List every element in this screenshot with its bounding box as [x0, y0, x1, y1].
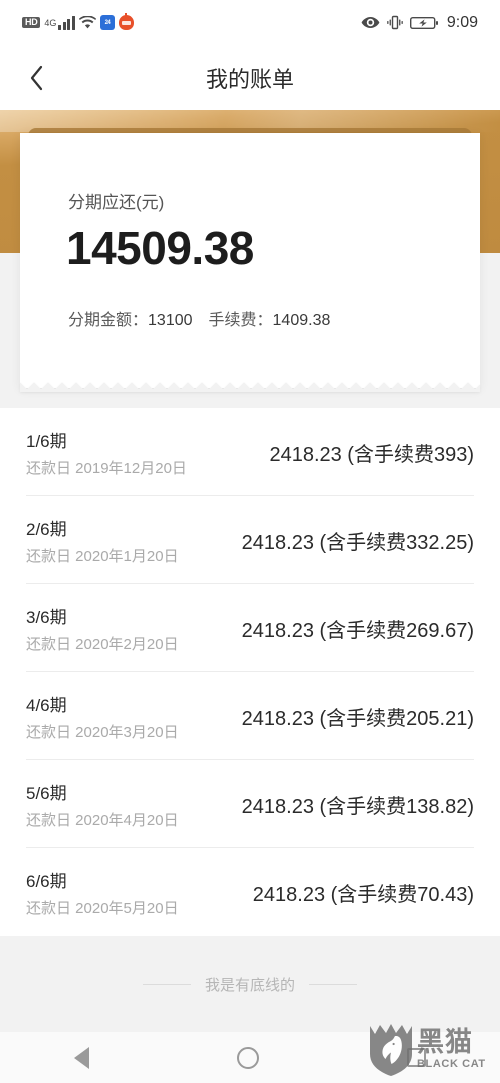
app-red-icon	[118, 15, 134, 30]
battery-charging-icon	[409, 16, 438, 29]
hd-icon: HD	[22, 17, 41, 28]
installment-due-date: 还款日 2020年4月20日	[26, 811, 179, 829]
installment-period: 5/6期	[26, 783, 67, 803]
installment-info: 2/6期 还款日 2020年1月20日	[26, 515, 241, 566]
installment-amount: 2418.23 (含手续费393)	[269, 443, 474, 466]
footer-rule-right	[309, 983, 357, 985]
installment-info: 4/6期 还款日 2020年3月20日	[26, 691, 241, 742]
summary-card-meta: 分期金额：13100 手续费：1409.38	[68, 306, 330, 330]
app-header: 我的账单	[0, 45, 500, 110]
receipt-sawtooth-edge	[20, 378, 480, 392]
installment-amount: 2418.23 (含手续费70.43)	[252, 883, 474, 906]
table-row[interactable]: 5/6期 还款日 2020年4月20日 2418.23 (含手续费138.82)	[0, 760, 500, 848]
end-of-list-text: 我是有底线的	[204, 976, 295, 994]
installment-list: 1/6期 还款日 2019年12月20日 2418.23 (含手续费393) 2…	[0, 408, 500, 936]
table-row[interactable]: 4/6期 还款日 2020年3月20日 2418.23 (含手续费205.21)	[0, 672, 500, 760]
fee-label: 手续费：	[208, 312, 273, 329]
table-row[interactable]: 1/6期 还款日 2019年12月20日 2418.23 (含手续费393)	[0, 408, 500, 496]
installment-info: 3/6期 还款日 2020年2月20日	[26, 603, 241, 654]
status-bar: HD 4G 24 9:09	[0, 0, 500, 45]
summary-card-label: 分期应还(元)	[68, 193, 165, 212]
table-row[interactable]: 6/6期 还款日 2020年5月20日 2418.23 (含手续费70.43)	[0, 848, 500, 936]
installment-amount: 2418.23 (含手续费205.21)	[241, 707, 474, 730]
installment-amount: 2418.23 (含手续费269.67)	[241, 619, 474, 642]
installment-amount: 2418.23 (含手续费332.25)	[241, 531, 474, 554]
installment-period: 6/6期	[26, 871, 67, 891]
app-blue-icon: 24	[99, 15, 115, 30]
square-recents-icon[interactable]	[407, 1048, 426, 1067]
eye-comfort-icon	[361, 17, 380, 28]
summary-card-amount: 14509.38	[66, 222, 254, 274]
installment-amount: 2418.23 (含手续费138.82)	[241, 795, 474, 818]
table-row[interactable]: 2/6期 还款日 2020年1月20日 2418.23 (含手续费332.25)	[0, 496, 500, 584]
vibrate-icon	[387, 15, 403, 30]
page-title: 我的账单	[205, 66, 294, 92]
triangle-back-icon[interactable]	[74, 1046, 89, 1069]
installment-info: 6/6期 还款日 2020年5月20日	[26, 867, 241, 918]
status-bar-left: HD 4G 24	[22, 15, 134, 30]
android-nav-bar	[0, 1032, 500, 1083]
network-type-label: 4G	[44, 17, 57, 28]
installment-info: 5/6期 还款日 2020年4月20日	[26, 779, 241, 830]
status-bar-clock: 9:09	[446, 13, 478, 31]
phone-screen: HD 4G 24 9:09 我的账单 分期应还(元) 14509.38 分期金额…	[0, 0, 500, 1083]
summary-hero: 分期应还(元) 14509.38 分期金额：13100 手续费：1409.38	[0, 110, 500, 395]
wifi-icon	[78, 15, 96, 28]
chevron-left-icon	[30, 65, 43, 90]
fee-value: 1409.38	[272, 312, 331, 329]
principal-label: 分期金额：	[68, 312, 149, 329]
list-end-footer: 我是有底线的	[0, 936, 500, 1032]
circle-home-icon[interactable]	[237, 1046, 259, 1069]
installment-due-date: 还款日 2020年3月20日	[26, 723, 179, 741]
status-bar-right: 9:09	[361, 14, 478, 32]
installment-period: 1/6期	[26, 431, 67, 451]
installment-due-date: 还款日 2020年2月20日	[26, 635, 179, 653]
installment-period: 4/6期	[26, 695, 67, 715]
installment-due-date: 还款日 2019年12月20日	[26, 459, 187, 477]
installment-period: 3/6期	[26, 607, 67, 627]
installment-period: 2/6期	[26, 519, 67, 539]
table-row[interactable]: 3/6期 还款日 2020年2月20日 2418.23 (含手续费269.67)	[0, 584, 500, 672]
signal-icon	[58, 15, 75, 30]
installment-due-date: 还款日 2020年1月20日	[26, 547, 179, 565]
back-button[interactable]	[12, 45, 62, 110]
footer-rule-left	[142, 983, 191, 985]
summary-card[interactable]: 分期应还(元) 14509.38 分期金额：13100 手续费：1409.38	[20, 133, 480, 388]
installment-due-date: 还款日 2020年5月20日	[26, 899, 179, 917]
installment-info: 1/6期 还款日 2019年12月20日	[26, 427, 241, 478]
principal-value: 13100	[148, 312, 193, 329]
